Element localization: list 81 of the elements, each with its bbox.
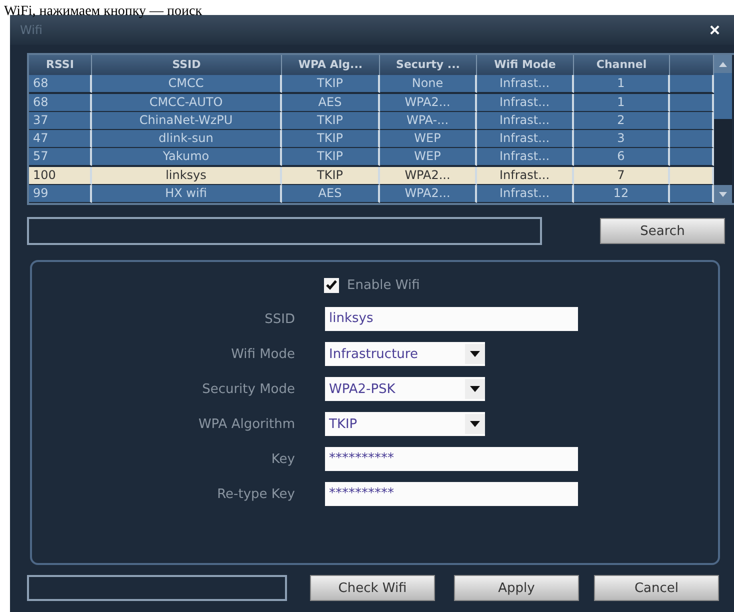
table-cell[interactable]: Infrast...	[477, 166, 574, 184]
table-cell	[670, 130, 714, 148]
table-cell[interactable]: linksys	[92, 166, 282, 184]
table-cell[interactable]: Infrast...	[477, 130, 574, 148]
column-header[interactable]: RSSI	[29, 55, 92, 75]
table-cell[interactable]: WPA-...	[380, 112, 477, 130]
table-cell[interactable]: Yakumo	[92, 148, 282, 166]
search-button[interactable]: Search	[600, 218, 725, 244]
field-label: Wifi Mode	[230, 346, 296, 362]
table-cell[interactable]: 6	[574, 148, 670, 166]
status-field[interactable]	[27, 575, 287, 601]
table-cell[interactable]: None	[380, 75, 477, 94]
table-cell[interactable]: 7	[574, 166, 670, 184]
text-field[interactable]: linksys	[325, 307, 578, 331]
table-cell	[670, 184, 714, 203]
text-field[interactable]: **********	[325, 447, 578, 471]
table-cell[interactable]: 3	[574, 130, 670, 148]
table-cell[interactable]: HX wifi	[92, 184, 282, 203]
table-cell[interactable]: Infrast...	[477, 94, 574, 112]
dropdown[interactable]: WPA2-PSK	[325, 377, 485, 401]
table-cell[interactable]: WPA2...	[380, 166, 477, 184]
table-cell[interactable]: WEP	[380, 148, 477, 166]
table-cell[interactable]: Infrast...	[477, 75, 574, 94]
table-cell[interactable]: 57	[29, 148, 92, 166]
table-cell[interactable]: 100	[29, 166, 92, 184]
dialog-button[interactable]: Check Wifi	[310, 575, 435, 601]
column-header[interactable]: WPA Alg...	[282, 55, 380, 75]
table-cell[interactable]: 68	[29, 75, 92, 94]
column-header[interactable]: Securty ...	[380, 55, 477, 75]
table-cell[interactable]: Infrast...	[477, 112, 574, 130]
table-cell[interactable]: CMCC	[92, 75, 282, 94]
column-header[interactable]: Wifi Mode	[477, 55, 574, 75]
table-cell	[670, 166, 714, 184]
table-cell[interactable]: WPA2...	[380, 94, 477, 112]
table-cell[interactable]: WEP	[380, 130, 477, 148]
table-cell[interactable]: ChinaNet-WzPU	[92, 112, 282, 130]
field-label: Key	[270, 452, 296, 466]
column-header[interactable]: SSID	[92, 55, 282, 75]
scrollbar[interactable]	[714, 55, 732, 203]
dialog-button[interactable]: Apply	[454, 575, 579, 601]
enable-wifi-label: Enable Wifi	[347, 278, 420, 292]
column-header[interactable]: Channel	[574, 55, 670, 75]
table-cell[interactable]: TKIP	[282, 166, 380, 184]
table-cell[interactable]: 1	[574, 75, 670, 94]
table-cell[interactable]: dlink-sun	[92, 130, 282, 148]
table-cell	[670, 94, 714, 112]
table-cell[interactable]: 1	[574, 94, 670, 112]
checkmark-icon	[326, 280, 337, 290]
table-cell[interactable]: Infrast...	[477, 148, 574, 166]
table-cell[interactable]: AES	[282, 94, 380, 112]
dropdown[interactable]: TKIP	[325, 412, 485, 436]
field-label: Security Mode	[201, 382, 296, 396]
scroll-up-icon[interactable]	[719, 62, 727, 66]
table-cell[interactable]: 99	[29, 184, 92, 203]
table-cell[interactable]: 47	[29, 130, 92, 148]
window-title: Wifi	[20, 23, 42, 37]
scroll-down-icon[interactable]	[719, 192, 727, 196]
table-cell[interactable]: Infrast...	[477, 184, 574, 203]
table-cell	[670, 75, 714, 94]
table-cell[interactable]: CMCC-AUTO	[92, 94, 282, 112]
table-cell[interactable]: AES	[282, 184, 380, 203]
field-label: SSID	[264, 312, 296, 326]
table-cell[interactable]: TKIP	[282, 112, 380, 130]
field-label: Re-type Key	[216, 486, 296, 502]
table-cell	[670, 148, 714, 166]
table-cell[interactable]: 68	[29, 94, 92, 112]
table-cell[interactable]: TKIP	[282, 75, 380, 94]
dropdown[interactable]: Infrastructure	[325, 342, 485, 366]
table-cell[interactable]: TKIP	[282, 148, 380, 166]
dialog-button[interactable]: Cancel	[594, 575, 719, 601]
table-cell[interactable]: WPA2...	[380, 184, 477, 203]
table-cell[interactable]: 12	[574, 184, 670, 203]
close-button[interactable]: ×	[705, 20, 724, 40]
table-cell[interactable]: 37	[29, 112, 92, 130]
field-label: WPA Algorithm	[197, 416, 296, 432]
text-field[interactable]: **********	[325, 482, 578, 506]
table-cell[interactable]: TKIP	[282, 130, 380, 148]
table-cell[interactable]: 2	[574, 112, 670, 130]
enable-wifi-checkbox[interactable]	[324, 278, 339, 292]
search-field[interactable]	[27, 217, 542, 245]
table-cell	[670, 112, 714, 130]
